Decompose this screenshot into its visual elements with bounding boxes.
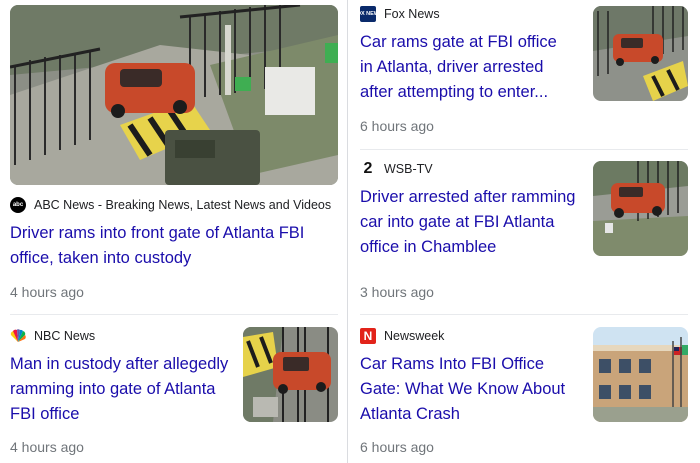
nbc-peacock-logo — [10, 328, 26, 344]
news-card-fox[interactable]: FOX NEWS Fox News Car rams gate at FBI o… — [348, 0, 700, 148]
article-headline[interactable]: Driver arrested after ramming car into g… — [360, 185, 582, 260]
article-headline[interactable]: Driver rams into front gate of Atlanta F… — [10, 221, 330, 271]
article-thumbnail[interactable] — [593, 6, 688, 101]
article-thumbnail[interactable] — [593, 327, 688, 422]
news-card-nbc[interactable]: NBC News Man in custody after allegedly … — [0, 315, 345, 463]
article-thumbnail[interactable] — [593, 161, 688, 256]
article-timestamp: 6 hours ago — [360, 439, 434, 455]
source-name: NBC News — [34, 329, 96, 343]
article-timestamp: 4 hours ago — [10, 284, 84, 300]
fox-news-logo: FOX NEWS — [353, 6, 383, 22]
article-headline[interactable]: Car Rams Into FBI Office Gate: What We K… — [360, 352, 578, 427]
news-card-newsweek[interactable]: N Newsweek Car Rams Into FBI Office Gate… — [348, 315, 700, 463]
source-name: WSB-TV — [384, 162, 433, 176]
abc-news-logo: abc — [10, 197, 26, 213]
source-name: Fox News — [384, 7, 440, 21]
article-timestamp: 6 hours ago — [360, 118, 434, 134]
wsb-tv-logo: 2 — [360, 160, 376, 177]
article-headline[interactable]: Car rams gate at FBI office in Atlanta, … — [360, 30, 574, 105]
source-name: Newsweek — [384, 329, 445, 343]
article-timestamp: 4 hours ago — [10, 439, 84, 455]
article-timestamp: 3 hours ago — [360, 284, 434, 300]
news-card-wsb[interactable]: 2 WSB-TV Driver arrested after ramming c… — [348, 150, 700, 312]
article-thumbnail[interactable] — [10, 5, 338, 185]
source-name: ABC News - Breaking News, Latest News an… — [34, 198, 332, 212]
article-headline[interactable]: Man in custody after allegedly ramming i… — [10, 352, 230, 427]
news-card-abc[interactable]: abc ABC News - Breaking News, Latest New… — [0, 0, 345, 312]
article-thumbnail[interactable] — [243, 327, 338, 422]
newsweek-logo: N — [360, 328, 376, 344]
